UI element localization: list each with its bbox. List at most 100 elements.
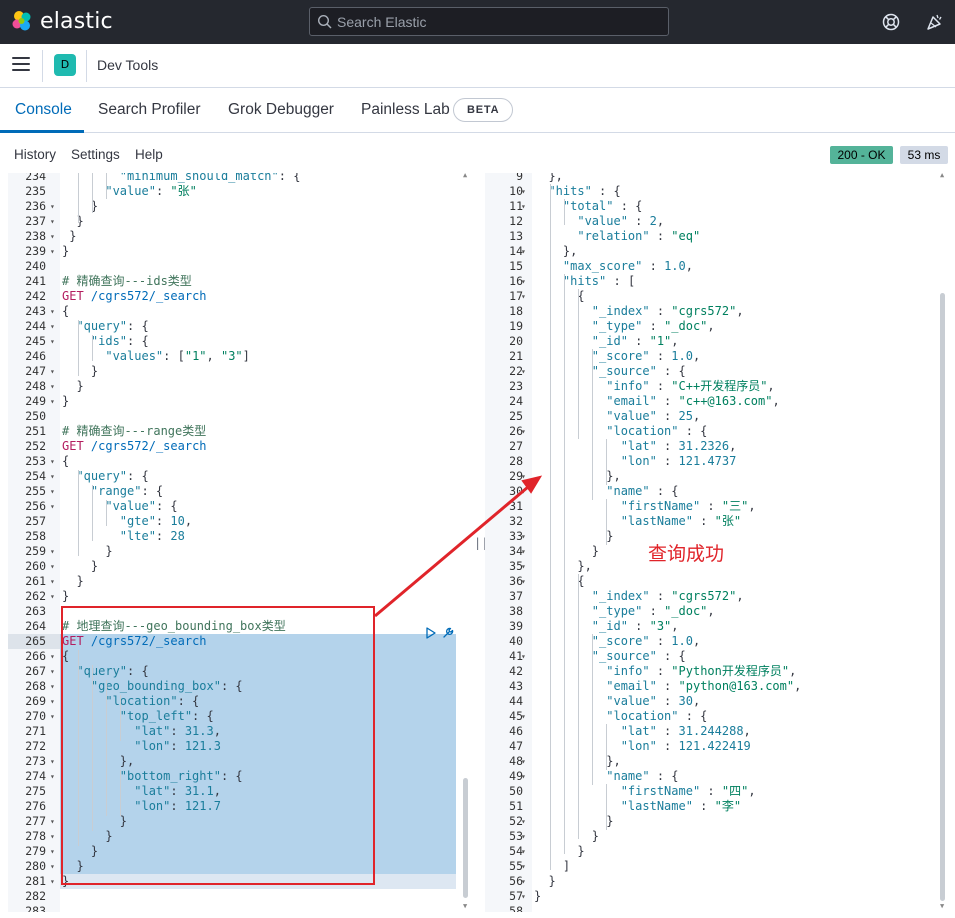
indent-guide	[92, 335, 93, 361]
indent-guide	[592, 349, 593, 425]
scroll-down-arrow-icon[interactable]: ▼	[463, 902, 467, 910]
settings-menu-item[interactable]: Settings	[71, 147, 120, 162]
fold-toggle-icon[interactable]: ▾	[50, 484, 55, 499]
scroll-down-arrow-icon[interactable]: ▼	[940, 902, 944, 910]
response-code[interactable]: }, "hits" : { "total" : { "value" : 2, "…	[532, 173, 947, 912]
fold-toggle-icon[interactable]: ▾	[521, 469, 526, 484]
fold-toggle-icon[interactable]: ▾	[50, 229, 55, 244]
tab-search-profiler[interactable]: Search Profiler	[98, 101, 201, 119]
fold-toggle-icon[interactable]: ▾	[521, 649, 526, 664]
fold-toggle-icon[interactable]: ▾	[50, 829, 55, 844]
request-scrollbar[interactable]	[463, 778, 468, 898]
elastic-logo-icon[interactable]	[11, 10, 33, 32]
fold-toggle-icon[interactable]: ▾	[521, 574, 526, 589]
fold-toggle-icon[interactable]: ▾	[50, 214, 55, 229]
fold-toggle-icon[interactable]: ▾	[50, 394, 55, 409]
newsfeed-cheer-icon[interactable]	[925, 12, 945, 32]
fold-toggle-icon[interactable]: ▾	[50, 544, 55, 559]
annotation-highlight-box	[61, 606, 375, 885]
fold-toggle-icon[interactable]: ▾	[521, 484, 526, 499]
fold-toggle-icon[interactable]: ▾	[521, 244, 526, 259]
fold-toggle-icon[interactable]: ▾	[50, 364, 55, 379]
scroll-up-arrow-icon[interactable]: ▲	[940, 173, 944, 179]
fold-toggle-icon[interactable]: ▾	[50, 454, 55, 469]
code-line: },	[534, 173, 563, 183]
fold-toggle-icon[interactable]: ▾	[521, 559, 526, 574]
fold-toggle-icon[interactable]: ▾	[521, 844, 526, 859]
fold-toggle-icon[interactable]: ▾	[50, 574, 55, 589]
fold-toggle-icon[interactable]: ▾	[50, 664, 55, 679]
fold-toggle-icon[interactable]: ▾	[50, 559, 55, 574]
line-number: 18	[509, 304, 523, 318]
fold-toggle-icon[interactable]: ▾	[50, 319, 55, 334]
fold-toggle-icon[interactable]: ▾	[521, 544, 526, 559]
fold-toggle-icon[interactable]: ▾	[50, 694, 55, 709]
fold-toggle-icon[interactable]: ▾	[521, 529, 526, 544]
fold-toggle-icon[interactable]: ▾	[50, 754, 55, 769]
fold-toggle-icon[interactable]: ▾	[521, 829, 526, 844]
fold-toggle-icon[interactable]: ▾	[50, 589, 55, 604]
code-line: }	[534, 829, 600, 843]
fold-toggle-icon[interactable]: ▾	[50, 244, 55, 259]
fold-toggle-icon[interactable]: ▾	[50, 649, 55, 664]
fold-toggle-icon[interactable]: ▾	[50, 679, 55, 694]
code-line: "location" : {	[606, 424, 708, 438]
fold-toggle-icon[interactable]: ▾	[50, 859, 55, 874]
fold-toggle-icon[interactable]: ▾	[50, 199, 55, 214]
code-line: "info" : "Python开发程序员",	[606, 664, 797, 678]
fold-toggle-icon[interactable]: ▾	[50, 814, 55, 829]
fold-toggle-icon[interactable]: ▾	[521, 709, 526, 724]
fold-toggle-icon[interactable]: ▾	[521, 814, 526, 829]
scroll-up-arrow-icon[interactable]: ▲	[463, 173, 467, 179]
fold-toggle-icon[interactable]: ▾	[521, 889, 526, 904]
breadcrumb-dev-tools[interactable]: Dev Tools	[97, 57, 158, 73]
fold-toggle-icon[interactable]: ▾	[521, 274, 526, 289]
indent-guide	[592, 424, 593, 500]
brand-name[interactable]: elastic	[40, 9, 113, 34]
line-number: 270	[25, 709, 46, 723]
active-tab-indicator	[0, 130, 84, 133]
history-menu-item[interactable]: History	[14, 147, 56, 162]
fold-toggle-icon[interactable]: ▾	[50, 709, 55, 724]
beta-badge: BETA	[453, 98, 514, 122]
fold-toggle-icon[interactable]: ▾	[50, 304, 55, 319]
space-avatar[interactable]: D	[54, 54, 76, 76]
help-menu-item[interactable]: Help	[135, 147, 163, 162]
send-request-icon[interactable]	[425, 627, 437, 639]
code-line: },	[534, 559, 592, 573]
fold-toggle-icon[interactable]: ▾	[521, 424, 526, 439]
line-number: 19	[509, 319, 523, 333]
fold-toggle-icon[interactable]: ▾	[521, 754, 526, 769]
code-line: "_type" : "_doc",	[591, 604, 715, 618]
help-lifebuoy-icon[interactable]	[881, 12, 901, 32]
fold-toggle-icon[interactable]: ▾	[521, 859, 526, 874]
tab-grok-debugger[interactable]: Grok Debugger	[228, 101, 334, 119]
line-number: 268	[25, 679, 46, 693]
search-box[interactable]	[309, 7, 669, 36]
fold-toggle-icon[interactable]: ▾	[521, 289, 526, 304]
fold-toggle-icon[interactable]: ▾	[50, 874, 55, 889]
fold-toggle-icon[interactable]: ▾	[50, 379, 55, 394]
line-number: 246	[25, 349, 46, 363]
fold-toggle-icon[interactable]: ▾	[50, 499, 55, 514]
fold-toggle-icon[interactable]: ▾	[521, 184, 526, 199]
fold-toggle-icon[interactable]: ▾	[521, 874, 526, 889]
code-line: }	[534, 844, 585, 858]
tab-console[interactable]: Console	[15, 101, 72, 119]
fold-toggle-icon[interactable]: ▾	[521, 769, 526, 784]
fold-toggle-icon[interactable]: ▾	[50, 334, 55, 349]
fold-toggle-icon[interactable]: ▾	[521, 199, 526, 214]
search-input[interactable]	[337, 8, 663, 35]
code-line: "firstName" : "四",	[620, 784, 756, 798]
wrench-icon[interactable]	[441, 626, 455, 640]
tab-painless-lab[interactable]: Painless Lab	[361, 101, 450, 119]
divider	[42, 50, 43, 82]
menu-toggle-button[interactable]	[12, 57, 30, 73]
fold-toggle-icon[interactable]: ▾	[50, 769, 55, 784]
fold-toggle-icon[interactable]: ▾	[50, 844, 55, 859]
line-number: 51	[509, 799, 523, 813]
response-scrollbar[interactable]	[940, 293, 945, 901]
fold-toggle-icon[interactable]: ▾	[521, 364, 526, 379]
fold-toggle-icon[interactable]: ▾	[50, 469, 55, 484]
